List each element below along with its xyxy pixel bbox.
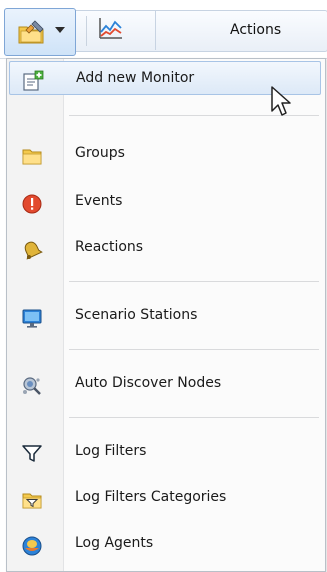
- discover-icon: [21, 375, 41, 395]
- dropdown-menu: Add new Monitor Groups Events Reactions …: [6, 58, 326, 572]
- menu-item-groups[interactable]: Groups: [9, 137, 321, 171]
- menu-item-label: Log Filters Categories: [75, 489, 227, 505]
- line-chart-icon[interactable]: [98, 16, 124, 44]
- menu-separator: [69, 281, 319, 282]
- menu-item-log-filters-categories[interactable]: Log Filters Categories: [9, 481, 321, 515]
- filter-folder-icon: [21, 489, 42, 509]
- menu-item-scenario-stations[interactable]: Scenario Stations: [9, 299, 321, 333]
- menu-separator: [69, 349, 319, 350]
- menu-item-label: Events: [75, 193, 123, 209]
- menu-separator: [69, 417, 319, 418]
- agent-icon: [21, 535, 42, 556]
- toolbar-divider: [155, 10, 156, 50]
- toolbar: Actions: [0, 0, 327, 59]
- menu-item-log-agents[interactable]: Log Agents: [9, 527, 321, 561]
- bell-icon: [21, 239, 43, 260]
- menu-item-events[interactable]: Events: [9, 185, 321, 219]
- monitor-icon: [21, 307, 42, 328]
- folder-icon: [21, 145, 42, 165]
- menu-item-label: Scenario Stations: [75, 307, 198, 323]
- add-monitor-icon: [22, 70, 44, 91]
- folder-edit-icon: [17, 19, 47, 49]
- chevron-down-icon: [55, 27, 65, 33]
- alert-icon: [21, 193, 42, 214]
- actions-button[interactable]: Actions: [230, 22, 281, 38]
- add-dropdown-button[interactable]: [4, 8, 76, 56]
- menu-item-label: Reactions: [75, 239, 144, 255]
- filter-icon: [21, 443, 42, 463]
- menu-item-label: Auto Discover Nodes: [75, 375, 222, 391]
- menu-item-auto-discover-nodes[interactable]: Auto Discover Nodes: [9, 367, 321, 401]
- menu-item-label: Add new Monitor: [76, 70, 195, 86]
- menu-item-label: Log Agents: [75, 535, 154, 551]
- menu-item-label: Groups: [75, 145, 125, 161]
- mouse-cursor-icon: [270, 85, 294, 123]
- menu-item-label: Log Filters: [75, 443, 147, 459]
- toolbar-divider: [86, 16, 87, 46]
- menu-item-reactions[interactable]: Reactions: [9, 231, 321, 265]
- menu-item-log-filters[interactable]: Log Filters: [9, 435, 321, 469]
